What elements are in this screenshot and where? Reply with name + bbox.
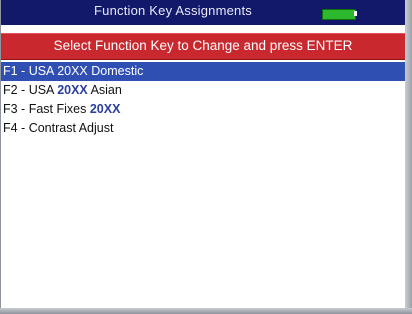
function-key-prefix: F3 - Fast Fixes: [3, 102, 90, 116]
battery-tip-icon: [354, 11, 357, 16]
battery-icon: [322, 9, 356, 20]
function-key-item-f2[interactable]: F2 - USA 20XX Asian: [1, 81, 405, 100]
function-key-label: F1 - USA 20XX Domestic: [3, 64, 143, 78]
function-key-list: F1 - USA 20XX Domestic F2 - USA 20XX Asi…: [1, 62, 405, 138]
window-title: Function Key Assignments: [94, 3, 252, 18]
function-key-suffix: Asian: [87, 83, 122, 97]
screen-bezel-right: [405, 0, 412, 314]
device-screen: Function Key Assignments Select Function…: [0, 0, 412, 314]
function-key-prefix: F1 - USA: [3, 64, 58, 78]
function-key-label: F3 - Fast Fixes 20XX: [3, 102, 120, 116]
function-key-label: F2 - USA 20XX Asian: [3, 83, 122, 97]
function-key-prefix: F4 - Contrast Adjust: [3, 121, 114, 135]
function-key-year: 20XX: [57, 83, 88, 97]
title-bar: Function Key Assignments: [1, 0, 405, 25]
function-key-suffix: Domestic: [87, 64, 144, 78]
function-key-item-f3[interactable]: F3 - Fast Fixes 20XX: [1, 100, 405, 119]
function-key-year: 20XX: [57, 64, 88, 78]
screen-bezel-bottom: [0, 308, 412, 314]
function-key-item-f4[interactable]: F4 - Contrast Adjust: [1, 119, 405, 138]
function-key-prefix: F2 - USA: [3, 83, 58, 97]
function-key-label: F4 - Contrast Adjust: [3, 121, 113, 135]
instruction-banner: Select Function Key to Change and press …: [1, 33, 405, 60]
function-key-item-f1[interactable]: F1 - USA 20XX Domestic: [1, 62, 405, 81]
instruction-text: Select Function Key to Change and press …: [53, 38, 353, 53]
function-key-year: 20XX: [89, 102, 121, 116]
